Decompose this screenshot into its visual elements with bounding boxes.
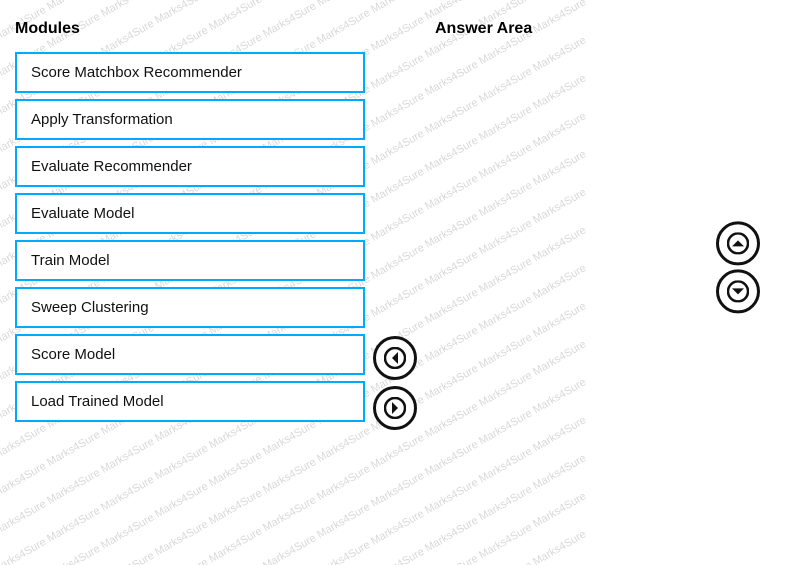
module-item-evaluate-recommender[interactable]: Evaluate Recommender	[15, 146, 365, 187]
answer-panel: Answer Area	[435, 20, 770, 545]
answer-area	[435, 52, 770, 537]
move-left-button[interactable]	[373, 336, 417, 380]
module-item-score-model[interactable]: Score Model	[15, 334, 365, 375]
answer-title: Answer Area	[435, 20, 770, 38]
module-item-train-model[interactable]: Train Model	[15, 240, 365, 281]
module-item-evaluate-model[interactable]: Evaluate Model	[15, 193, 365, 234]
module-item-sweep-clustering[interactable]: Sweep Clustering	[15, 287, 365, 328]
modules-list: Score Matchbox Recommender Apply Transfor…	[15, 52, 365, 422]
module-item-apply-transformation[interactable]: Apply Transformation	[15, 99, 365, 140]
right-arrows	[716, 221, 760, 313]
modules-panel: Modules Score Matchbox Recommender Apply …	[15, 20, 365, 545]
move-down-button[interactable]	[716, 269, 760, 313]
middle-arrows	[365, 60, 425, 545]
move-right-button[interactable]	[373, 386, 417, 430]
module-item-load-trained-model[interactable]: Load Trained Model	[15, 381, 365, 422]
modules-title: Modules	[15, 20, 365, 38]
module-item-score-matchbox[interactable]: Score Matchbox Recommender	[15, 52, 365, 93]
move-up-button[interactable]	[716, 221, 760, 265]
